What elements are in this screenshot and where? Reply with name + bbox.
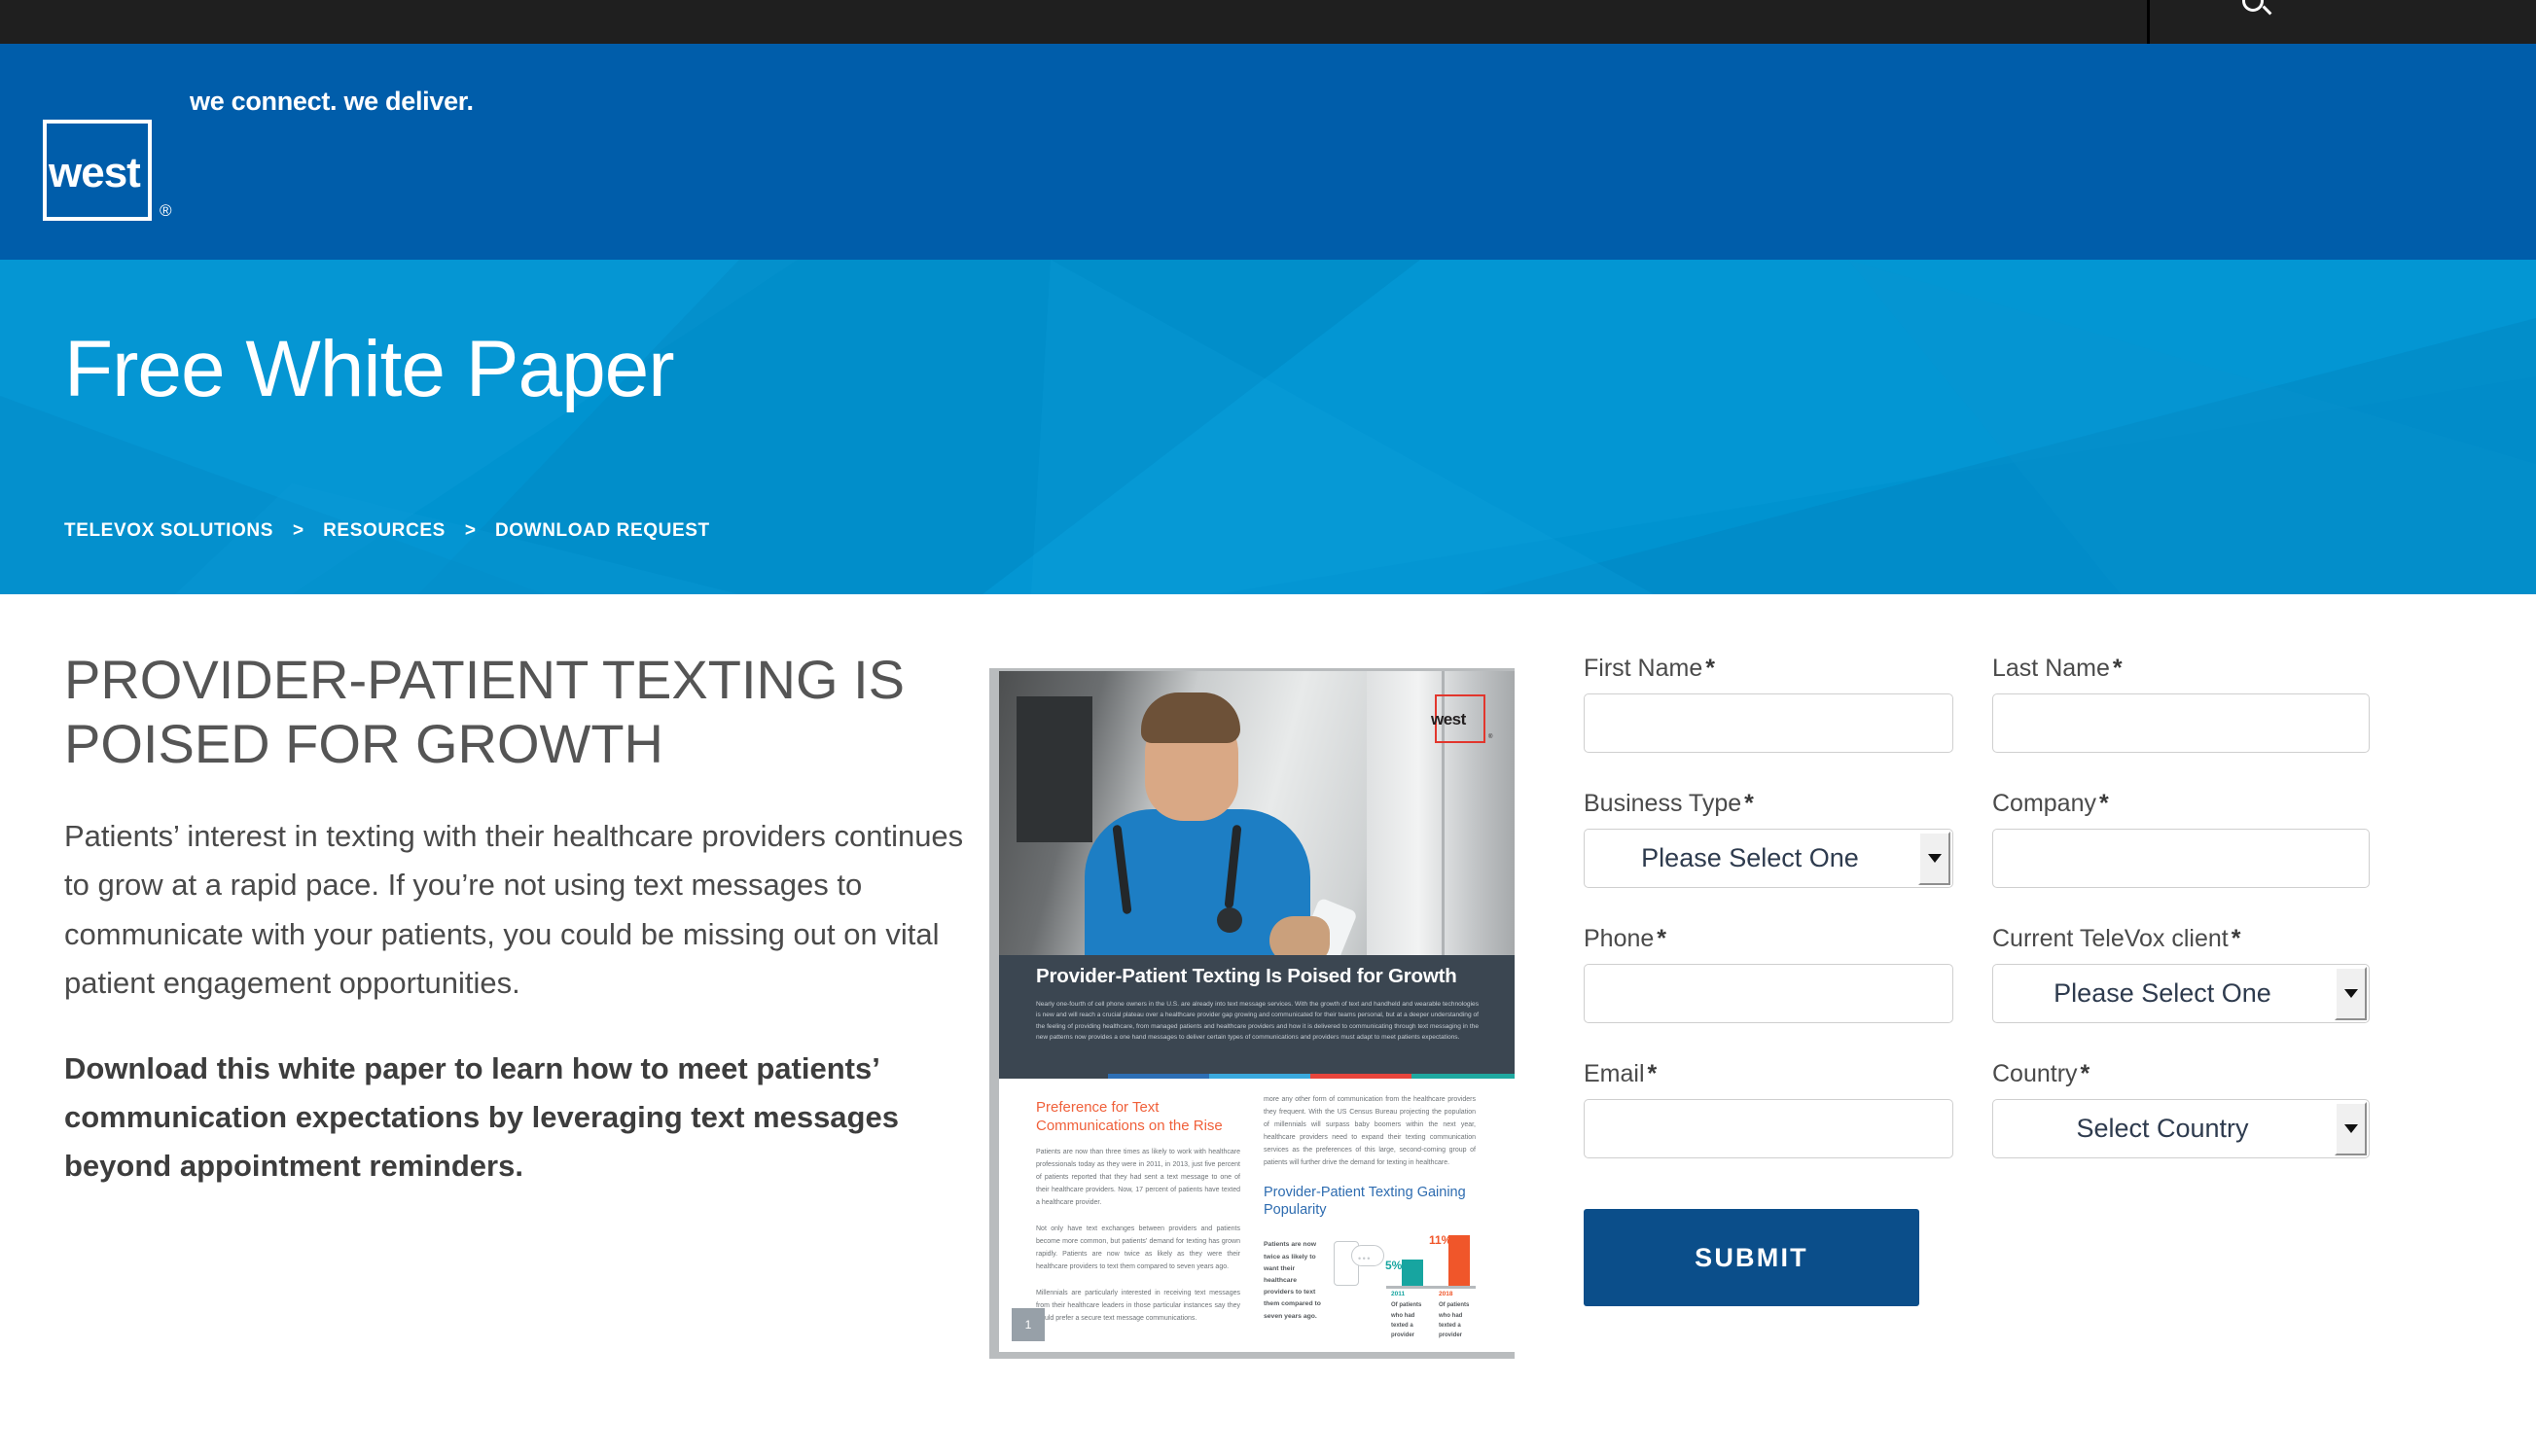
field-business-type: Business Type * Please Select One [1584,790,1953,888]
breadcrumb-item-resources[interactable]: RESOURCES [323,520,446,542]
phone-input[interactable] [1584,964,1953,1023]
cover-left-column: Preference for Text Communications on th… [1036,1098,1240,1339]
grid-gap [1953,655,1992,790]
label-business-type: Business Type * [1584,790,1754,817]
search-icon[interactable] [2242,0,2264,12]
photo-hand [1269,916,1330,955]
field-last-name: Last Name * [1992,655,2370,753]
brand-tagline: we connect. we deliver. [190,87,474,116]
chart-bar-2011 [1402,1260,1423,1287]
submit-button[interactable]: SUBMIT [1584,1209,1919,1306]
cover-right-column: more any other form of communication fro… [1264,1094,1476,1338]
label-country: Country * [1992,1060,2090,1087]
current-televox-client-select-value: Please Select One [1992,964,2370,1023]
field-company: Company * [1992,790,2370,888]
grid-gap [1953,790,1992,925]
page-title: Free White Paper [64,325,675,413]
thumbnail-page: west ® Provider-Patient Texting Is Poise… [999,671,1515,1352]
label-company: Company * [1992,790,2109,817]
label-first-name: First Name * [1584,655,1715,682]
country-select-value: Select Country [1992,1099,2370,1158]
content-paragraph: Patients’ interest in texting with their… [64,819,964,1000]
chart-caption-2018: Of patients who had texted a provider [1439,1302,1470,1338]
breadcrumb-separator-icon: > [464,520,476,541]
cover-photo: west ® [999,671,1515,955]
registered-trademark-icon: ® [160,201,172,220]
grid-gap [1953,1060,1992,1195]
label-current-televox-client: Current TeleVox client * [1992,925,2241,952]
label-email: Email * [1584,1060,1658,1087]
chart-tick-2011: 2011 [1391,1291,1406,1298]
cover-left-paragraph-3: Millennials are particularly interested … [1036,1289,1240,1322]
chart-value-label-2018: 11% [1429,1233,1452,1248]
field-email: Email * [1584,1060,1953,1158]
submit-row: SUBMIT [1584,1209,1953,1306]
photo-stethoscope-chestpiece [1217,907,1242,933]
field-country: Country * Select Country [1992,1060,2370,1158]
description-column: PROVIDER-PATIENT TEXTING IS POISED FOR G… [64,648,964,1191]
business-type-select[interactable]: Please Select One [1584,829,1953,888]
west-logo[interactable]: west ® [43,120,461,227]
field-phone: Phone * [1584,925,1953,1023]
content-heading: PROVIDER-PATIENT TEXTING IS POISED FOR G… [64,649,905,775]
business-type-select-value: Please Select One [1584,829,1953,888]
field-current-televox-client: Current TeleVox client * Please Select On… [1992,925,2370,1023]
last-name-input[interactable] [1992,693,2370,753]
breadcrumb-item-televox-solutions[interactable]: TELEVOX SOLUTIONS [64,520,273,542]
cover-left-paragraph-2: Not only have text exchanges between pro… [1036,1225,1240,1270]
logo-wordmark: west [49,149,141,196]
cover-left-paragraph-1: Patients are now than three times as lik… [1036,1149,1240,1207]
cover-title: Provider-Patient Texting Is Poised for G… [1036,965,1457,987]
current-televox-client-select[interactable]: Please Select One [1992,964,2370,1023]
cover-chart-heading: Provider-Patient Texting Gaining Popular… [1264,1184,1466,1219]
thumbnail-registered-icon: ® [1488,734,1493,740]
whitepaper-thumbnail[interactable]: west ® Provider-Patient Texting Is Poise… [989,668,1515,1359]
chat-dots-icon: ••• [1358,1254,1372,1264]
cover-section-heading: Preference for Text Communications on th… [1036,1099,1223,1135]
field-first-name: First Name * [1584,655,1953,753]
thumbnail-west-wordmark: west [1431,710,1466,728]
photo-doorway [1017,696,1092,842]
chevron-down-icon[interactable] [2335,967,2367,1020]
breadcrumb-item-download-request[interactable]: DOWNLOAD REQUEST [495,520,710,542]
brand-header: west ® we connect. we deliver. [0,44,2536,260]
country-select[interactable]: Select Country [1992,1099,2370,1158]
cover-body-area: Preference for Text Communications on th… [999,1079,1515,1352]
email-input[interactable] [1584,1099,1953,1158]
photo-clinician-hair [1141,692,1240,743]
top-utility-bar [0,0,2536,44]
chart-blurb: Patients are now twice as likely to want… [1264,1241,1321,1320]
breadcrumb: TELEVOX SOLUTIONS > RESOURCES > DOWNLOAD… [64,520,710,542]
label-phone: Phone * [1584,925,1667,952]
hero-banner: Free White Paper [0,260,2536,594]
chart-caption-2011: Of patients who had texted a provider [1391,1302,1422,1338]
chart-value-label-2011: 5% [1385,1259,1403,1273]
main-content: PROVIDER-PATIENT TEXTING IS POISED FOR G… [0,594,2536,1456]
breadcrumb-separator-icon: > [293,520,304,541]
chevron-down-icon[interactable] [1918,832,1950,885]
chart-tick-2018: 2018 [1439,1291,1453,1298]
cover-intro-text: Nearly one-fourth of cell phone owners i… [1036,1001,1479,1041]
cover-right-paragraph: more any other form of communication fro… [1264,1096,1476,1166]
label-last-name: Last Name * [1992,655,2123,682]
first-name-input[interactable] [1584,693,1953,753]
cover-page-number: 1 [1012,1308,1045,1341]
cover-bar-chart: Patients are now twice as likely to want… [1264,1229,1476,1338]
grid-gap [1953,925,1992,1060]
hero-facet-pattern [0,260,2536,594]
chevron-down-icon[interactable] [2335,1102,2367,1155]
download-request-form: First Name * Last Name * Business Type * Pl… [1584,655,2454,1306]
topbar-divider [2147,0,2150,44]
company-input[interactable] [1992,829,2370,888]
content-paragraph-bold: Download this white paper to learn how t… [64,1051,899,1184]
chart-baseline [1386,1286,1476,1289]
